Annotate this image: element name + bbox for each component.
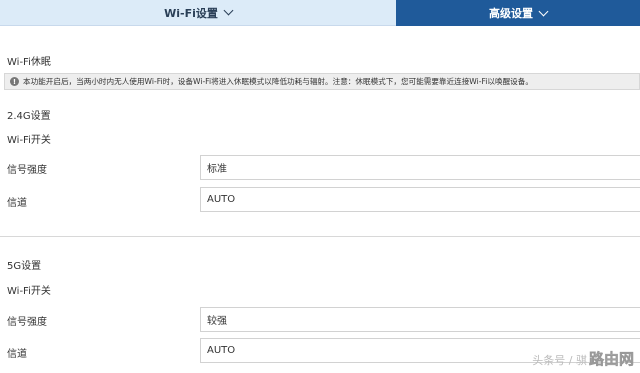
wifi-sleep-notice: ! 本功能开启后，当两小时内无人使用Wi-Fi时，设备Wi-Fi将进入休眠模式以… — [4, 73, 640, 90]
watermark: 头条号 / 骐路由网 — [532, 348, 634, 369]
tab-advanced-settings-label: 高级设置 — [489, 7, 533, 20]
chevron-down-icon — [538, 6, 549, 16]
wifi-switch-label-5g: Wi-Fi开关 — [7, 286, 51, 297]
channel-value-5g: AUTO — [207, 345, 236, 356]
section-title-2-4g: 2.4G设置 — [7, 111, 51, 122]
watermark-site: 路由网 — [588, 350, 635, 369]
channel-label-5g: 信道 — [7, 349, 27, 360]
chevron-down-icon — [223, 5, 234, 16]
signal-strength-value-2-4g: 标准 — [207, 164, 227, 175]
info-icon: ! — [10, 77, 19, 86]
wifi-sleep-notice-text: 本功能开启后，当两小时内无人使用Wi-Fi时，设备Wi-Fi将进入休眠模式以降低… — [23, 77, 533, 86]
section-divider — [0, 236, 640, 237]
channel-select-2-4g[interactable]: AUTO — [200, 187, 640, 212]
signal-strength-value-5g: 较强 — [207, 316, 227, 327]
tab-wifi-settings[interactable]: Wi-Fi设置 — [0, 0, 396, 26]
signal-strength-select-2-4g[interactable]: 标准 — [200, 155, 640, 180]
signal-strength-select-5g[interactable]: 较强 — [200, 307, 640, 332]
tab-advanced-settings[interactable]: 高级设置 — [396, 0, 640, 26]
wifi-switch-label-2-4g: Wi-Fi开关 — [7, 135, 51, 146]
tab-wifi-settings-label: Wi-Fi设置 — [164, 6, 218, 20]
signal-strength-label-5g: 信号强度 — [7, 317, 47, 328]
watermark-source: 头条号 / 骐 — [532, 354, 587, 367]
settings-tabs: Wi-Fi设置 高级设置 — [0, 0, 640, 26]
channel-label-2-4g: 信道 — [7, 198, 27, 209]
section-title-5g: 5G设置 — [7, 261, 42, 272]
wifi-sleep-title: Wi-Fi休眠 — [7, 57, 51, 68]
signal-strength-label-2-4g: 信号强度 — [7, 165, 47, 176]
channel-value-2-4g: AUTO — [207, 194, 236, 205]
